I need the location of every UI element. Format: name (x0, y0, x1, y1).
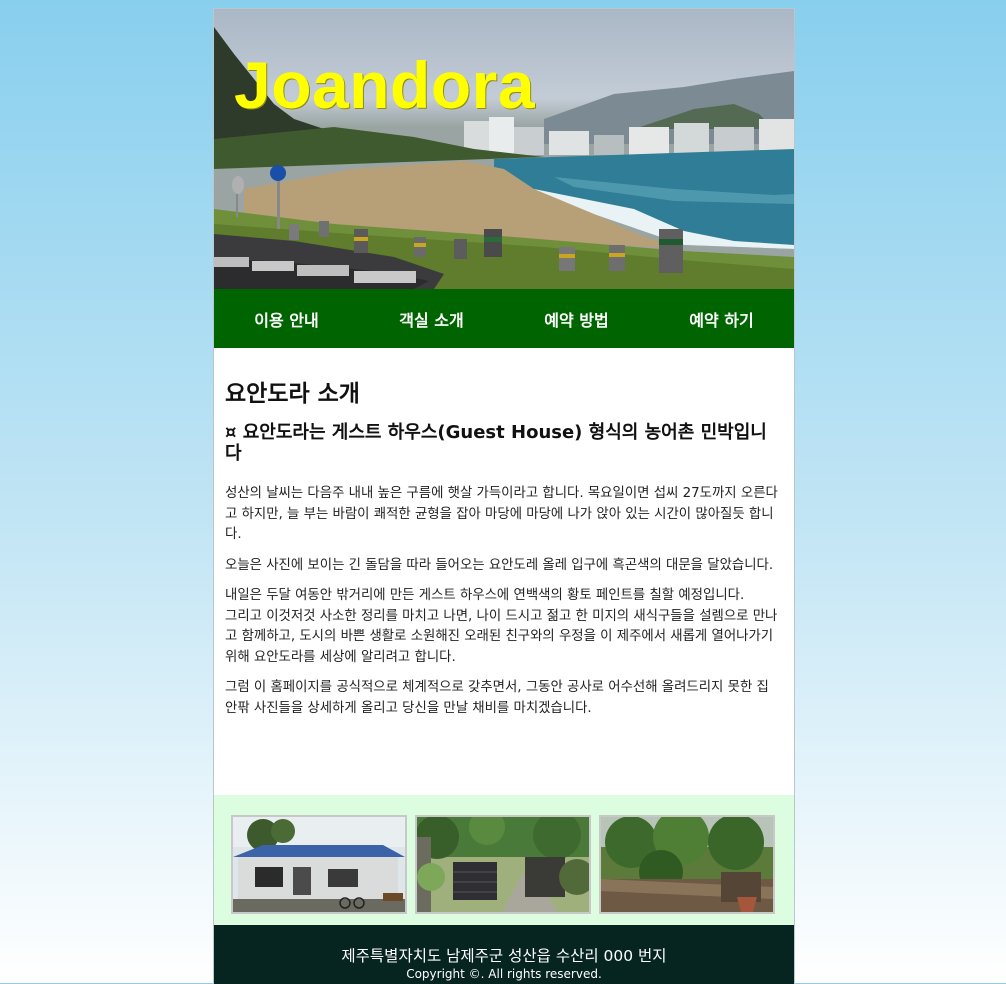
intro-paragraph: 성산의 날씨는 다음주 내내 높은 구름에 햇살 가득이라고 합니다. 목요일이… (225, 486, 778, 542)
gallery-photo-gate[interactable] (415, 815, 591, 914)
footer-address: 제주특별자치도 남제주군 성산읍 수산리 000 번지 (341, 947, 667, 965)
intro-paragraph: 내일은 두달 여동안 밖거리에 만든 게스트 하우스에 연백색의 황토 페인트를… (225, 588, 745, 603)
main-content: 요안도라 소개 ¤ 요안도라는 게스트 하우스(Guest House) 형식의… (214, 348, 794, 719)
header-banner: Joandora (214, 9, 794, 289)
intro-paragraph: 그리고 이것저것 사소한 정리를 마치고 나면, 나이 드시고 젊고 한 미지의… (225, 608, 778, 665)
page-title: 요안도라 소개 (225, 381, 360, 407)
intro-paragraph: 그럼 이 홈페이지를 공식적으로 체계적으로 갖추면서, 그동안 공사로 어수선… (225, 680, 769, 716)
page-container: Joandora 이용 안내 객실 소개 예약 방법 예약 하기 요안도라 소개… (213, 8, 795, 984)
nav-item-book-now[interactable]: 예약 하기 (649, 307, 794, 331)
nav-item-booking-method[interactable]: 예약 방법 (504, 307, 649, 331)
footer: 제주특별자치도 남제주군 성산읍 수산리 000 번지 Copyright ©.… (214, 925, 794, 984)
gallery-photo-house[interactable] (231, 815, 407, 914)
nav-item-rooms[interactable]: 객실 소개 (359, 307, 504, 331)
nav-item-guide[interactable]: 이용 안내 (214, 307, 359, 331)
intro-paragraph: 오늘은 사진에 보이는 긴 돌담을 따라 들어오는 요안도레 올레 입구에 흑곤… (225, 557, 774, 573)
brand-logo-text[interactable]: Joandora (234, 47, 535, 123)
gallery-photo-garden[interactable] (599, 815, 775, 914)
footer-copyright: Copyright ©. All rights reserved. (406, 967, 602, 981)
page-subtitle: ¤ 요안도라는 게스트 하우스(Guest House) 형식의 농어촌 민박입… (225, 422, 767, 464)
main-navigation: 이용 안내 객실 소개 예약 방법 예약 하기 (214, 289, 794, 348)
photo-gallery (214, 795, 794, 925)
